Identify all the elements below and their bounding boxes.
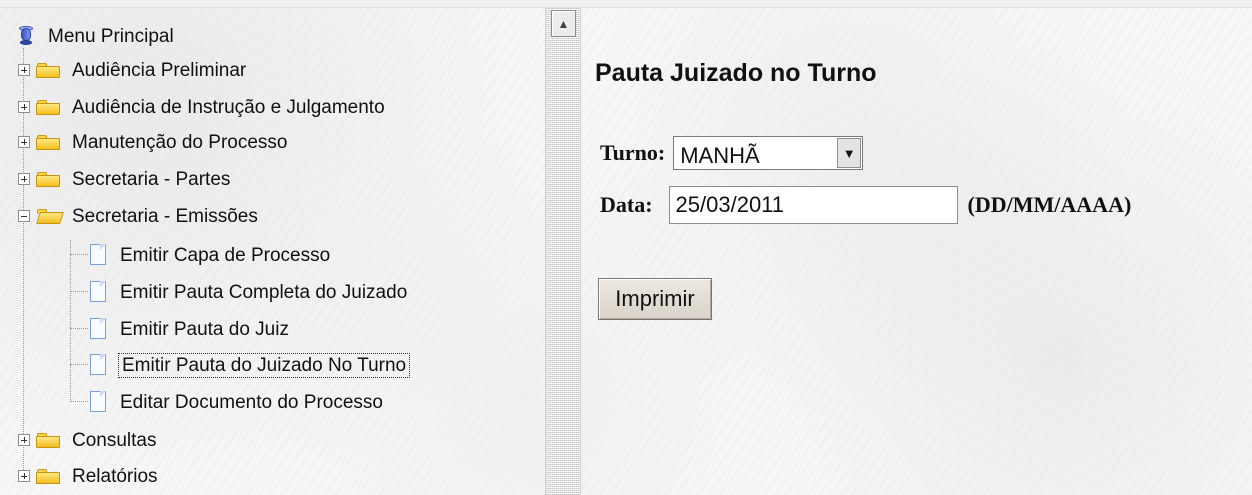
tree-item-label: Secretaria - Partes	[72, 168, 231, 190]
tree-item-label: Consultas	[72, 429, 157, 451]
expand-icon[interactable]	[18, 434, 30, 446]
database-icon	[18, 26, 36, 46]
date-format-hint: (DD/MM/AAAA)	[967, 192, 1132, 217]
date-input[interactable]	[668, 186, 958, 224]
dropdown-arrow-icon[interactable]: ▼	[837, 138, 862, 168]
frame-splitter[interactable]: ▲	[545, 8, 581, 495]
tree-item-secretaria-partes[interactable]: Secretaria - Partes	[18, 167, 230, 191]
tree-connector	[70, 254, 88, 255]
tree-item-emitir-capa[interactable]: Emitir Capa de Processo	[88, 243, 330, 267]
tree-item-label: Emitir Pauta do Juiz	[120, 318, 289, 340]
folder-icon	[36, 61, 64, 79]
tree-item-emitir-pauta-juiz[interactable]: Emitir Pauta do Juiz	[88, 317, 289, 341]
folder-icon	[36, 133, 64, 151]
turno-row: Turno: MANHÃ ▼	[600, 136, 864, 170]
scroll-up-button[interactable]: ▲	[551, 10, 576, 37]
root-label: Menu Principal	[48, 25, 174, 47]
document-icon	[88, 281, 108, 303]
menu-tree: Menu Principal Audiência Preliminar Audi…	[18, 24, 528, 494]
tree-item-label: Manutenção do Processo	[72, 131, 288, 153]
expand-icon[interactable]	[18, 470, 30, 482]
document-icon	[88, 391, 108, 413]
tree-connector	[70, 328, 88, 329]
tree-item-label: Relatórios	[72, 465, 158, 487]
open-folder-icon	[36, 207, 64, 225]
tree-item-label: Emitir Capa de Processo	[120, 244, 331, 266]
tree-connector	[70, 401, 88, 402]
document-icon	[88, 244, 108, 266]
expand-icon[interactable]	[18, 136, 30, 148]
folder-icon	[36, 467, 64, 485]
tree-item-audiencia-instrucao[interactable]: Audiência de Instrução e Julgamento	[18, 95, 385, 119]
document-icon	[88, 318, 108, 340]
tree-item-label: Editar Documento do Processo	[120, 391, 383, 413]
navigation-panel: Menu Principal Audiência Preliminar Audi…	[0, 8, 545, 495]
tree-connector	[70, 364, 88, 365]
expand-icon[interactable]	[18, 64, 30, 76]
application-window: Menu Principal Audiência Preliminar Audi…	[0, 0, 1252, 495]
expand-icon[interactable]	[18, 173, 30, 185]
turno-selected-value: MANHÃ	[680, 143, 760, 168]
tree-item-label: Secretaria - Emissões	[72, 205, 258, 227]
print-button[interactable]: Imprimir	[598, 278, 712, 320]
tree-item-label-selected: Emitir Pauta do Juizado No Turno	[117, 352, 411, 378]
up-arrow-icon: ▲	[557, 16, 570, 31]
tree-item-editar-documento[interactable]: Editar Documento do Processo	[88, 390, 383, 414]
page-title: Pauta Juizado no Turno	[595, 59, 877, 87]
tree-item-label: Audiência de Instrução e Julgamento	[72, 96, 385, 118]
folder-icon	[36, 431, 64, 449]
tree-guide-child	[70, 240, 71, 402]
folder-icon	[36, 170, 64, 188]
folder-icon	[36, 98, 64, 116]
turno-select[interactable]: MANHÃ ▼	[673, 136, 864, 170]
collapse-icon[interactable]	[18, 210, 30, 222]
content-panel: Pauta Juizado no Turno Turno: MANHÃ ▼ Da…	[581, 8, 1252, 495]
tree-item-secretaria-emissoes[interactable]: Secretaria - Emissões	[18, 204, 258, 228]
data-label: Data:	[600, 192, 653, 217]
tree-item-manutencao-processo[interactable]: Manutenção do Processo	[18, 130, 287, 154]
tree-root[interactable]: Menu Principal	[18, 24, 174, 48]
turno-label: Turno:	[600, 140, 666, 165]
expand-icon[interactable]	[18, 101, 30, 113]
tree-item-audiencia-preliminar[interactable]: Audiência Preliminar	[18, 58, 246, 82]
tree-connector	[70, 291, 88, 292]
tree-item-label: Audiência Preliminar	[72, 59, 247, 81]
document-icon	[88, 354, 108, 376]
tree-item-consultas[interactable]: Consultas	[18, 428, 157, 452]
tree-item-relatorios[interactable]: Relatórios	[18, 464, 158, 488]
tree-item-emitir-pauta-turno[interactable]: Emitir Pauta do Juizado No Turno	[88, 352, 411, 378]
data-row: Data: (DD/MM/AAAA)	[600, 186, 1131, 224]
tree-item-label: Emitir Pauta Completa do Juizado	[120, 281, 408, 303]
tree-item-emitir-pauta-completa[interactable]: Emitir Pauta Completa do Juizado	[88, 280, 407, 304]
top-bar	[0, 0, 1252, 8]
